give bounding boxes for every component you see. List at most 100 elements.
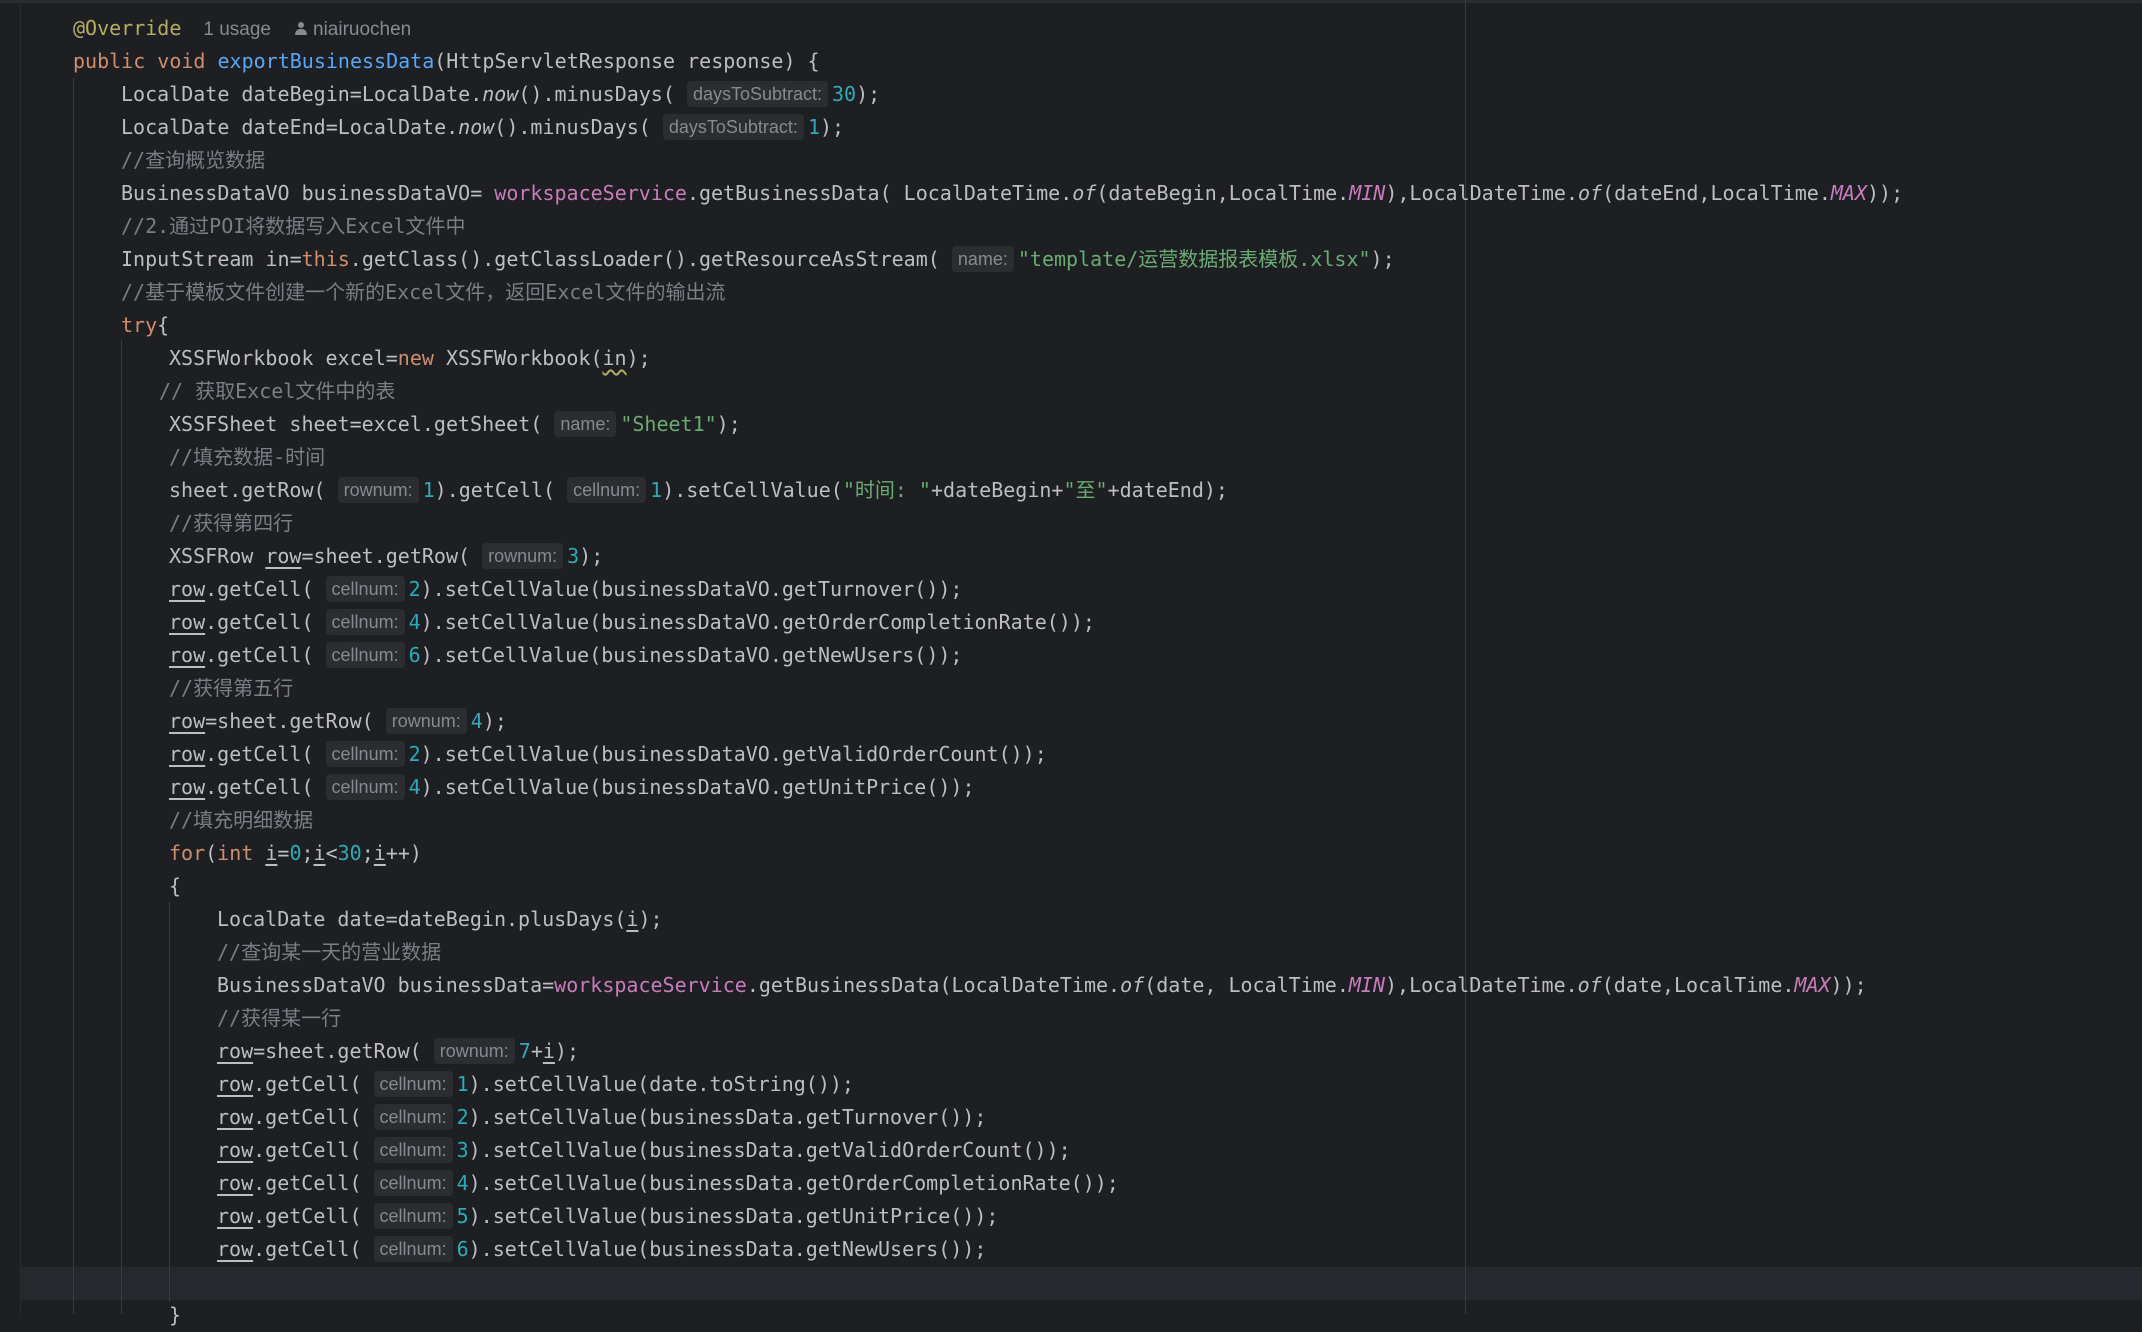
code-line[interactable]: row.getCell( cellnum: 4).setCellValue(bus… <box>0 1167 2142 1200</box>
parameter-hint[interactable]: cellnum: <box>373 1236 453 1262</box>
code-line[interactable]: try{ <box>0 309 2142 342</box>
code-line[interactable]: InputStream in=this.getClass().getClassL… <box>0 243 2142 276</box>
code-line[interactable]: //2.通过POI将数据写入Excel文件中 <box>0 210 2142 243</box>
code-token: i <box>542 1039 555 1063</box>
parameter-hint[interactable]: name: <box>951 246 1014 272</box>
code-comment: //获得第五行 <box>169 676 294 700</box>
code-line[interactable] <box>0 1266 2142 1299</box>
code-token: LocalDate dateEnd=LocalDate. <box>121 115 459 139</box>
code-token: ).getCell( <box>434 478 568 502</box>
parameter-hint[interactable]: cellnum: <box>373 1071 453 1097</box>
code-line[interactable]: XSSFRow row=sheet.getRow( rownum: 3); <box>0 540 2142 573</box>
code-line[interactable]: row.getCell( cellnum: 4).setCellValue(bus… <box>0 606 2142 639</box>
code-token: 4 <box>408 610 421 634</box>
code-token: = <box>277 841 290 865</box>
code-token: (date, LocalTime. <box>1144 973 1349 997</box>
code-token: row <box>169 709 206 733</box>
code-token: row <box>169 742 206 766</box>
parameter-hint[interactable]: rownum: <box>337 477 419 503</box>
code-line[interactable]: BusinessDataVO businessData=workspaceSer… <box>0 969 2142 1002</box>
parameter-hint[interactable]: daysToSubtract: <box>686 81 829 107</box>
code-token: i <box>373 841 386 865</box>
code-line[interactable]: LocalDate dateEnd=LocalDate.now().minusD… <box>0 111 2142 144</box>
code-token: row <box>217 1072 254 1096</box>
parameter-hint[interactable]: cellnum: <box>373 1137 453 1163</box>
code-comment: //查询概览数据 <box>121 148 266 172</box>
code-line[interactable]: row=sheet.getRow( rownum: 4); <box>0 705 2142 738</box>
code-token: exportBusinessData <box>217 49 435 73</box>
code-token: ).setCellValue(businessDataVO.getUnitPri… <box>420 775 975 799</box>
code-line[interactable]: row.getCell( cellnum: 6).setCellValue(bus… <box>0 639 2142 672</box>
code-line[interactable]: public void exportBusinessData(HttpServl… <box>0 45 2142 78</box>
code-line[interactable]: row.getCell( cellnum: 4).setCellValue(bus… <box>0 771 2142 804</box>
code-token: ; <box>361 841 374 865</box>
parameter-hint[interactable]: name: <box>554 411 617 437</box>
code-lines[interactable]: @Override 1 usage niairuochen public void … <box>0 12 2142 1332</box>
code-token: +dateBegin+ <box>930 478 1064 502</box>
parameter-hint[interactable]: cellnum: <box>567 477 647 503</box>
code-token: XSSFWorkbook( <box>433 346 603 370</box>
code-line[interactable]: //获得某一行 <box>0 1002 2142 1035</box>
code-line[interactable]: LocalDate dateBegin=LocalDate.now().minu… <box>0 78 2142 111</box>
code-line[interactable]: row.getCell( cellnum: 2).setCellValue(bus… <box>0 738 2142 771</box>
code-line[interactable]: for(int i=0;i<30;i++) <box>0 837 2142 870</box>
parameter-hint[interactable]: cellnum: <box>325 576 405 602</box>
code-editor[interactable]: @Override 1 usage niairuochen public void … <box>0 0 2142 1327</box>
parameter-hint[interactable]: cellnum: <box>325 774 405 800</box>
parameter-hint[interactable]: cellnum: <box>373 1203 453 1229</box>
code-token: 4 <box>456 1171 469 1195</box>
code-token: ); <box>716 412 741 436</box>
code-token: row <box>169 643 206 667</box>
code-line[interactable]: XSSFWorkbook excel=new XSSFWorkbook(in); <box>0 342 2142 375</box>
parameter-hint[interactable]: cellnum: <box>373 1104 453 1130</box>
code-token: InputStream in= <box>121 247 302 271</box>
code-line[interactable]: row.getCell( cellnum: 2).setCellValue(bus… <box>0 1101 2142 1134</box>
usages-hint[interactable]: 1 usage <box>203 19 271 40</box>
author-hint[interactable]: niairuochen <box>313 19 411 40</box>
code-line[interactable]: //填充数据-时间 <box>0 441 2142 474</box>
code-token: ).setCellValue(businessData.getOrderComp… <box>468 1171 1119 1195</box>
code-line[interactable]: XSSFSheet sheet=excel.getSheet( name: "Sh… <box>0 408 2142 441</box>
code-line[interactable]: row.getCell( cellnum: 1).setCellValue(dat… <box>0 1068 2142 1101</box>
code-token: .getBusinessData(LocalDateTime. <box>746 973 1121 997</box>
code-line[interactable]: //查询概览数据 <box>0 144 2142 177</box>
parameter-hint[interactable]: rownum: <box>433 1038 515 1064</box>
code-line[interactable]: row.getCell( cellnum: 2).setCellValue(bus… <box>0 573 2142 606</box>
code-line[interactable]: { <box>0 870 2142 903</box>
code-token: 1 <box>456 1072 469 1096</box>
code-line[interactable]: //基于模板文件创建一个新的Excel文件，返回Excel文件的输出流 <box>0 276 2142 309</box>
code-token: .getCell( <box>253 1105 374 1129</box>
code-line[interactable]: row.getCell( cellnum: 6).setCellValue(bus… <box>0 1233 2142 1266</box>
code-token: row <box>217 1138 254 1162</box>
code-line[interactable]: // 获取Excel文件中的表 <box>0 375 2142 408</box>
code-token: 4 <box>408 775 421 799</box>
code-line[interactable]: //获得第五行 <box>0 672 2142 705</box>
parameter-hint[interactable]: cellnum: <box>325 741 405 767</box>
parameter-hint[interactable]: cellnum: <box>373 1170 453 1196</box>
code-line[interactable]: row.getCell( cellnum: 3).setCellValue(bus… <box>0 1134 2142 1167</box>
code-token: (dateBegin,LocalTime. <box>1096 181 1350 205</box>
code-token: BusinessDataVO businessData= <box>217 973 555 997</box>
code-comment: // 获取Excel文件中的表 <box>159 379 396 403</box>
code-line[interactable]: sheet.getRow( rownum: 1).getCell( cellnum… <box>0 474 2142 507</box>
code-token: MIN <box>1349 181 1386 205</box>
code-line[interactable]: LocalDate date=dateBegin.plusDays(i); <box>0 903 2142 936</box>
parameter-hint[interactable]: cellnum: <box>325 642 405 668</box>
code-line[interactable]: } <box>0 1299 2142 1332</box>
code-line[interactable]: row.getCell( cellnum: 5).setCellValue(bus… <box>0 1200 2142 1233</box>
code-token: try <box>121 313 158 337</box>
code-line[interactable]: row=sheet.getRow( rownum: 7+i); <box>0 1035 2142 1068</box>
parameter-hint[interactable]: rownum: <box>482 543 564 569</box>
code-token: 1 <box>650 478 663 502</box>
parameter-hint[interactable]: rownum: <box>385 708 467 734</box>
code-line[interactable]: //获得第四行 <box>0 507 2142 540</box>
code-token: XSSFRow <box>169 544 266 568</box>
code-line[interactable]: //填充明细数据 <box>0 804 2142 837</box>
code-line[interactable]: //查询某一天的营业数据 <box>0 936 2142 969</box>
parameter-hint[interactable]: cellnum: <box>325 609 405 635</box>
parameter-hint[interactable]: daysToSubtract: <box>662 114 804 140</box>
code-line[interactable]: BusinessDataVO businessDataVO= workspace… <box>0 177 2142 210</box>
code-token: "至" <box>1063 478 1108 502</box>
code-token: MAX <box>1830 181 1867 205</box>
code-token: ).setCellValue(businessData.getTurnover(… <box>468 1105 987 1129</box>
